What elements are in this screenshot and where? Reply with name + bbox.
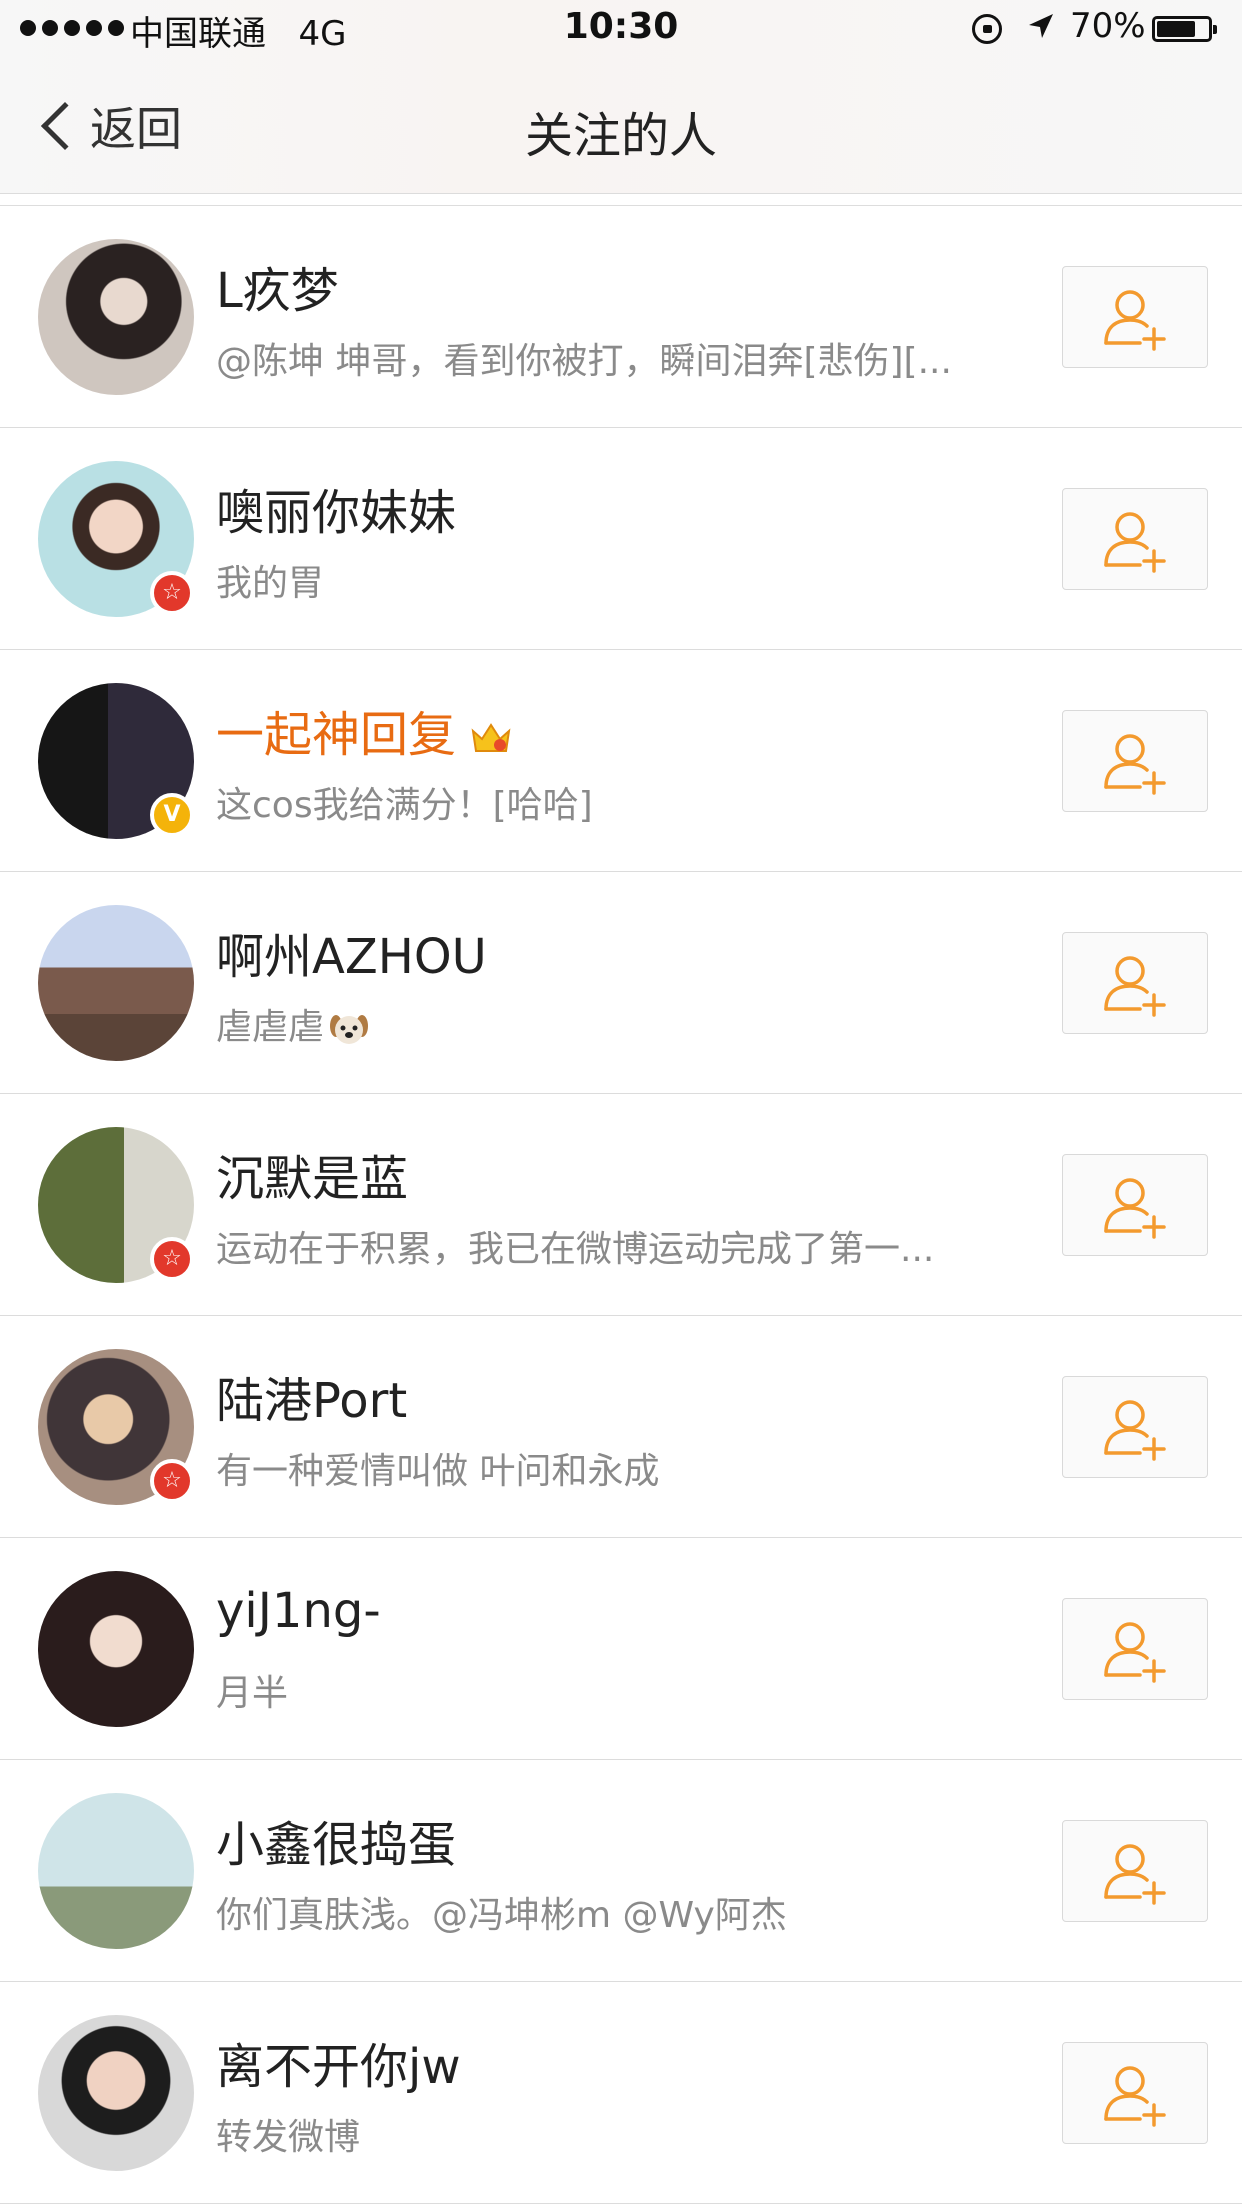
follow-button[interactable] <box>1062 1598 1208 1700</box>
latest-post-text: 运动在于积累，我已在微博运动完成了第一... <box>216 1220 934 1272</box>
add-user-icon <box>1104 1178 1166 1239</box>
latest-post-content: @陈坤 坤哥，看到你被打，瞬间泪奔[悲伤][... <box>216 341 952 382</box>
latest-post-text: 转发微博 <box>216 2108 360 2160</box>
user-name[interactable]: 离不开你jw <box>216 2027 461 2097</box>
avatar[interactable] <box>38 1793 194 1949</box>
user-name-text: 沉默是蓝 <box>216 1151 409 1207</box>
add-user-icon <box>1104 290 1166 351</box>
user-name-text: yiJ1ng- <box>216 1583 381 1639</box>
status-bar: 中国联通 4G 10:30 70% <box>0 0 1242 62</box>
latest-post-text: 你们真肤浅。@冯坤彬m @Wy阿杰 <box>216 1886 787 1938</box>
follow-button[interactable] <box>1062 1154 1208 1256</box>
star-badge-icon: ☆ <box>150 571 194 615</box>
add-user-icon <box>1104 512 1166 573</box>
follow-list: L疚梦 @陈坤 坤哥，看到你被打，瞬间泪奔[悲伤][... ☆ 噢丽你妹妹我的胃 V 一起… <box>0 205 1242 2204</box>
avatar[interactable] <box>38 1571 194 1727</box>
latest-post-content: 你们真肤浅。@冯坤彬m @Wy阿杰 <box>216 1895 787 1936</box>
star-badge-icon: ☆ <box>150 1237 194 1281</box>
battery-icon <box>1152 16 1217 42</box>
latest-post-content: 我的胃 <box>216 563 325 604</box>
user-name[interactable]: 陆港Port <box>216 1361 407 1431</box>
top-bar: 中国联通 4G 10:30 70% 返回 关注的人 <box>0 0 1242 194</box>
follow-button[interactable] <box>1062 1376 1208 1478</box>
page-title: 关注的人 <box>524 108 717 164</box>
latest-post-content: 有一种爱情叫做 叶问和永成 <box>216 1451 660 1492</box>
crown-icon <box>471 723 511 752</box>
add-user-icon <box>1104 1400 1166 1461</box>
user-name-text: 陆港Port <box>216 1373 408 1429</box>
latest-post-content: 转发微博 <box>216 2117 361 2158</box>
user-name[interactable]: 小鑫很捣蛋 <box>216 1805 456 1875</box>
list-item[interactable]: V 一起神回复这cos我给满分！[哈哈] <box>0 650 1242 872</box>
location-arrow-icon <box>1029 14 1053 38</box>
latest-post-content: 运动在于积累，我已在微博运动完成了第一... <box>216 1229 935 1270</box>
user-name-text: 离不开你jw <box>216 2039 461 2095</box>
battery-percent: 70% <box>1070 6 1146 46</box>
follow-button[interactable] <box>1062 488 1208 590</box>
list-item[interactable]: ☆ 沉默是蓝运动在于积累，我已在微博运动完成了第一... <box>0 1094 1242 1316</box>
star-badge-icon: ☆ <box>150 1459 194 1503</box>
verified-v-icon: V <box>150 793 194 837</box>
user-name[interactable]: L疚梦 <box>216 251 339 321</box>
user-name-text: 小鑫很捣蛋 <box>216 1817 457 1873</box>
latest-post-content: 这cos我给满分！[哈哈] <box>216 785 593 826</box>
latest-post-text: 我的胃 <box>216 554 324 606</box>
add-user-icon <box>1104 734 1166 795</box>
latest-post-content: 虐虐虐 <box>216 1007 325 1048</box>
list-item[interactable]: L疚梦 @陈坤 坤哥，看到你被打，瞬间泪奔[悲伤][... <box>0 206 1242 428</box>
nav-bar: 返回 关注的人 <box>0 62 1242 193</box>
latest-post-text: 月半 <box>216 1664 288 1716</box>
user-name-text: 啊州AZHOU <box>216 929 487 985</box>
list-item[interactable]: 小鑫很捣蛋你们真肤浅。@冯坤彬m @Wy阿杰 <box>0 1760 1242 1982</box>
follow-button[interactable] <box>1062 2042 1208 2144</box>
latest-post-text: 虐虐虐 <box>216 998 370 1050</box>
user-name-text: L疚梦 <box>216 263 339 319</box>
user-name-text: 一起神回复 <box>216 707 457 763</box>
user-name[interactable]: 噢丽你妹妹 <box>216 473 456 543</box>
add-user-icon <box>1104 956 1166 1017</box>
list-item[interactable]: yiJ1ng- 月半 <box>0 1538 1242 1760</box>
latest-post-text: 这cos我给满分！[哈哈] <box>216 776 593 828</box>
add-user-icon <box>1104 1622 1166 1683</box>
add-user-icon <box>1104 1844 1166 1905</box>
user-name[interactable]: 啊州AZHOU <box>216 917 487 987</box>
follow-button[interactable] <box>1062 932 1208 1034</box>
user-name[interactable]: 沉默是蓝 <box>216 1139 408 1209</box>
avatar[interactable] <box>38 239 194 395</box>
add-user-icon <box>1104 2066 1166 2127</box>
latest-post-text: @陈坤 坤哥，看到你被打，瞬间泪奔[悲伤][... <box>216 332 952 384</box>
list-item[interactable]: 离不开你jw 转发微博 <box>0 1982 1242 2204</box>
user-name[interactable]: yiJ1ng- <box>216 1583 381 1639</box>
follow-button[interactable] <box>1062 1820 1208 1922</box>
follow-button[interactable] <box>1062 266 1208 368</box>
latest-post-content: 月半 <box>216 1673 289 1714</box>
avatar[interactable] <box>38 905 194 1061</box>
list-item[interactable]: ☆ 陆港Port 有一种爱情叫做 叶问和永成 <box>0 1316 1242 1538</box>
latest-post-text: 有一种爱情叫做 叶问和永成 <box>216 1442 659 1494</box>
list-item[interactable]: 啊州AZHOU 虐虐虐 <box>0 872 1242 1094</box>
rotation-lock-icon <box>972 14 1002 44</box>
list-item[interactable]: ☆ 噢丽你妹妹我的胃 <box>0 428 1242 650</box>
follow-button[interactable] <box>1062 710 1208 812</box>
user-name[interactable]: 一起神回复 <box>216 695 512 765</box>
avatar[interactable] <box>38 2015 194 2171</box>
dog-face-emoji <box>330 1015 369 1044</box>
user-name-text: 噢丽你妹妹 <box>216 485 457 541</box>
